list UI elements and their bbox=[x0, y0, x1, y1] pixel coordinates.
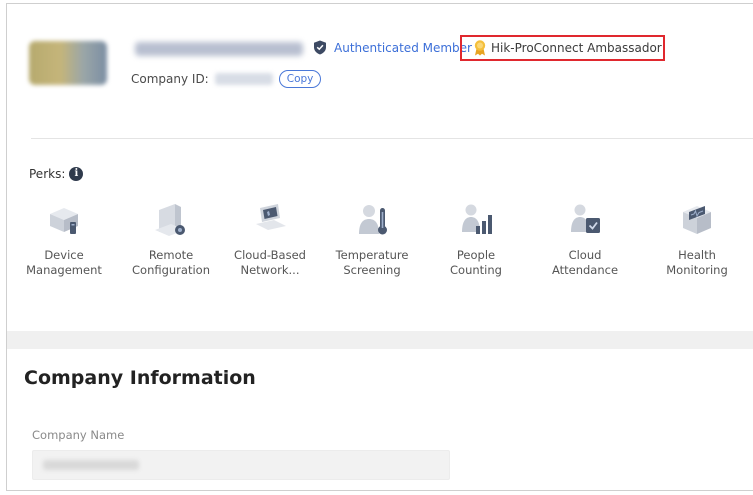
people-counting-icon bbox=[462, 204, 492, 234]
medal-icon bbox=[474, 40, 486, 56]
perks-label: Perks: bbox=[29, 167, 66, 181]
company-name-label: Company Name bbox=[32, 428, 125, 442]
device-management-icon bbox=[50, 208, 78, 234]
cloud-attendance-icon bbox=[571, 204, 600, 233]
company-name-value-redacted bbox=[43, 460, 139, 470]
remote-configuration-icon bbox=[155, 204, 185, 236]
temperature-screening-icon bbox=[359, 205, 387, 235]
company-logo bbox=[29, 41, 107, 85]
header-divider bbox=[31, 138, 753, 139]
company-id-label: Company ID: bbox=[131, 72, 209, 86]
perk-label: People Counting bbox=[450, 248, 502, 277]
perks-heading: Perks: i bbox=[29, 167, 84, 181]
authenticated-member-badge[interactable]: Authenticated Member bbox=[313, 40, 472, 55]
cloud-network-icon bbox=[256, 204, 286, 230]
page-frame: Company ID: Copy Authenticated Member Hi… bbox=[6, 3, 753, 491]
perk-label: Cloud Attendance bbox=[551, 248, 619, 277]
company-name-redacted bbox=[135, 42, 303, 56]
perk-people-counting[interactable]: People Counting bbox=[430, 200, 522, 278]
perk-temperature-screening[interactable]: Temperature Screening bbox=[326, 200, 418, 278]
shield-icon bbox=[314, 40, 326, 55]
section-separator bbox=[7, 331, 753, 349]
perk-remote-configuration[interactable]: Remote Configuration bbox=[125, 200, 217, 278]
health-monitoring-icon bbox=[683, 206, 711, 234]
perk-device-management[interactable]: Device Management bbox=[18, 200, 110, 278]
perk-label: Cloud-Based Network... bbox=[234, 248, 306, 277]
perk-health-monitoring[interactable]: Health Monitoring bbox=[651, 200, 743, 278]
copy-button[interactable]: Copy bbox=[278, 70, 322, 88]
perk-cloud-attendance[interactable]: Cloud Attendance bbox=[539, 200, 631, 278]
company-information-title: Company Information bbox=[24, 367, 256, 389]
ambassador-label: Hik-ProConnect Ambassador bbox=[491, 41, 662, 55]
company-id-row: Company ID: Copy bbox=[131, 70, 322, 88]
perk-label: Remote Configuration bbox=[132, 248, 210, 277]
authenticated-member-label: Authenticated Member bbox=[334, 40, 472, 55]
perk-label: Health Monitoring bbox=[666, 248, 728, 277]
ambassador-badge: Hik-ProConnect Ambassador bbox=[473, 40, 662, 56]
perk-cloud-based-network[interactable]: Cloud-Based Network... bbox=[224, 200, 316, 278]
company-name-field[interactable] bbox=[32, 450, 450, 480]
perk-label: Device Management bbox=[26, 248, 102, 277]
company-id-value-redacted bbox=[214, 73, 273, 85]
info-icon[interactable]: i bbox=[69, 167, 84, 181]
perk-label: Temperature Screening bbox=[335, 248, 409, 277]
